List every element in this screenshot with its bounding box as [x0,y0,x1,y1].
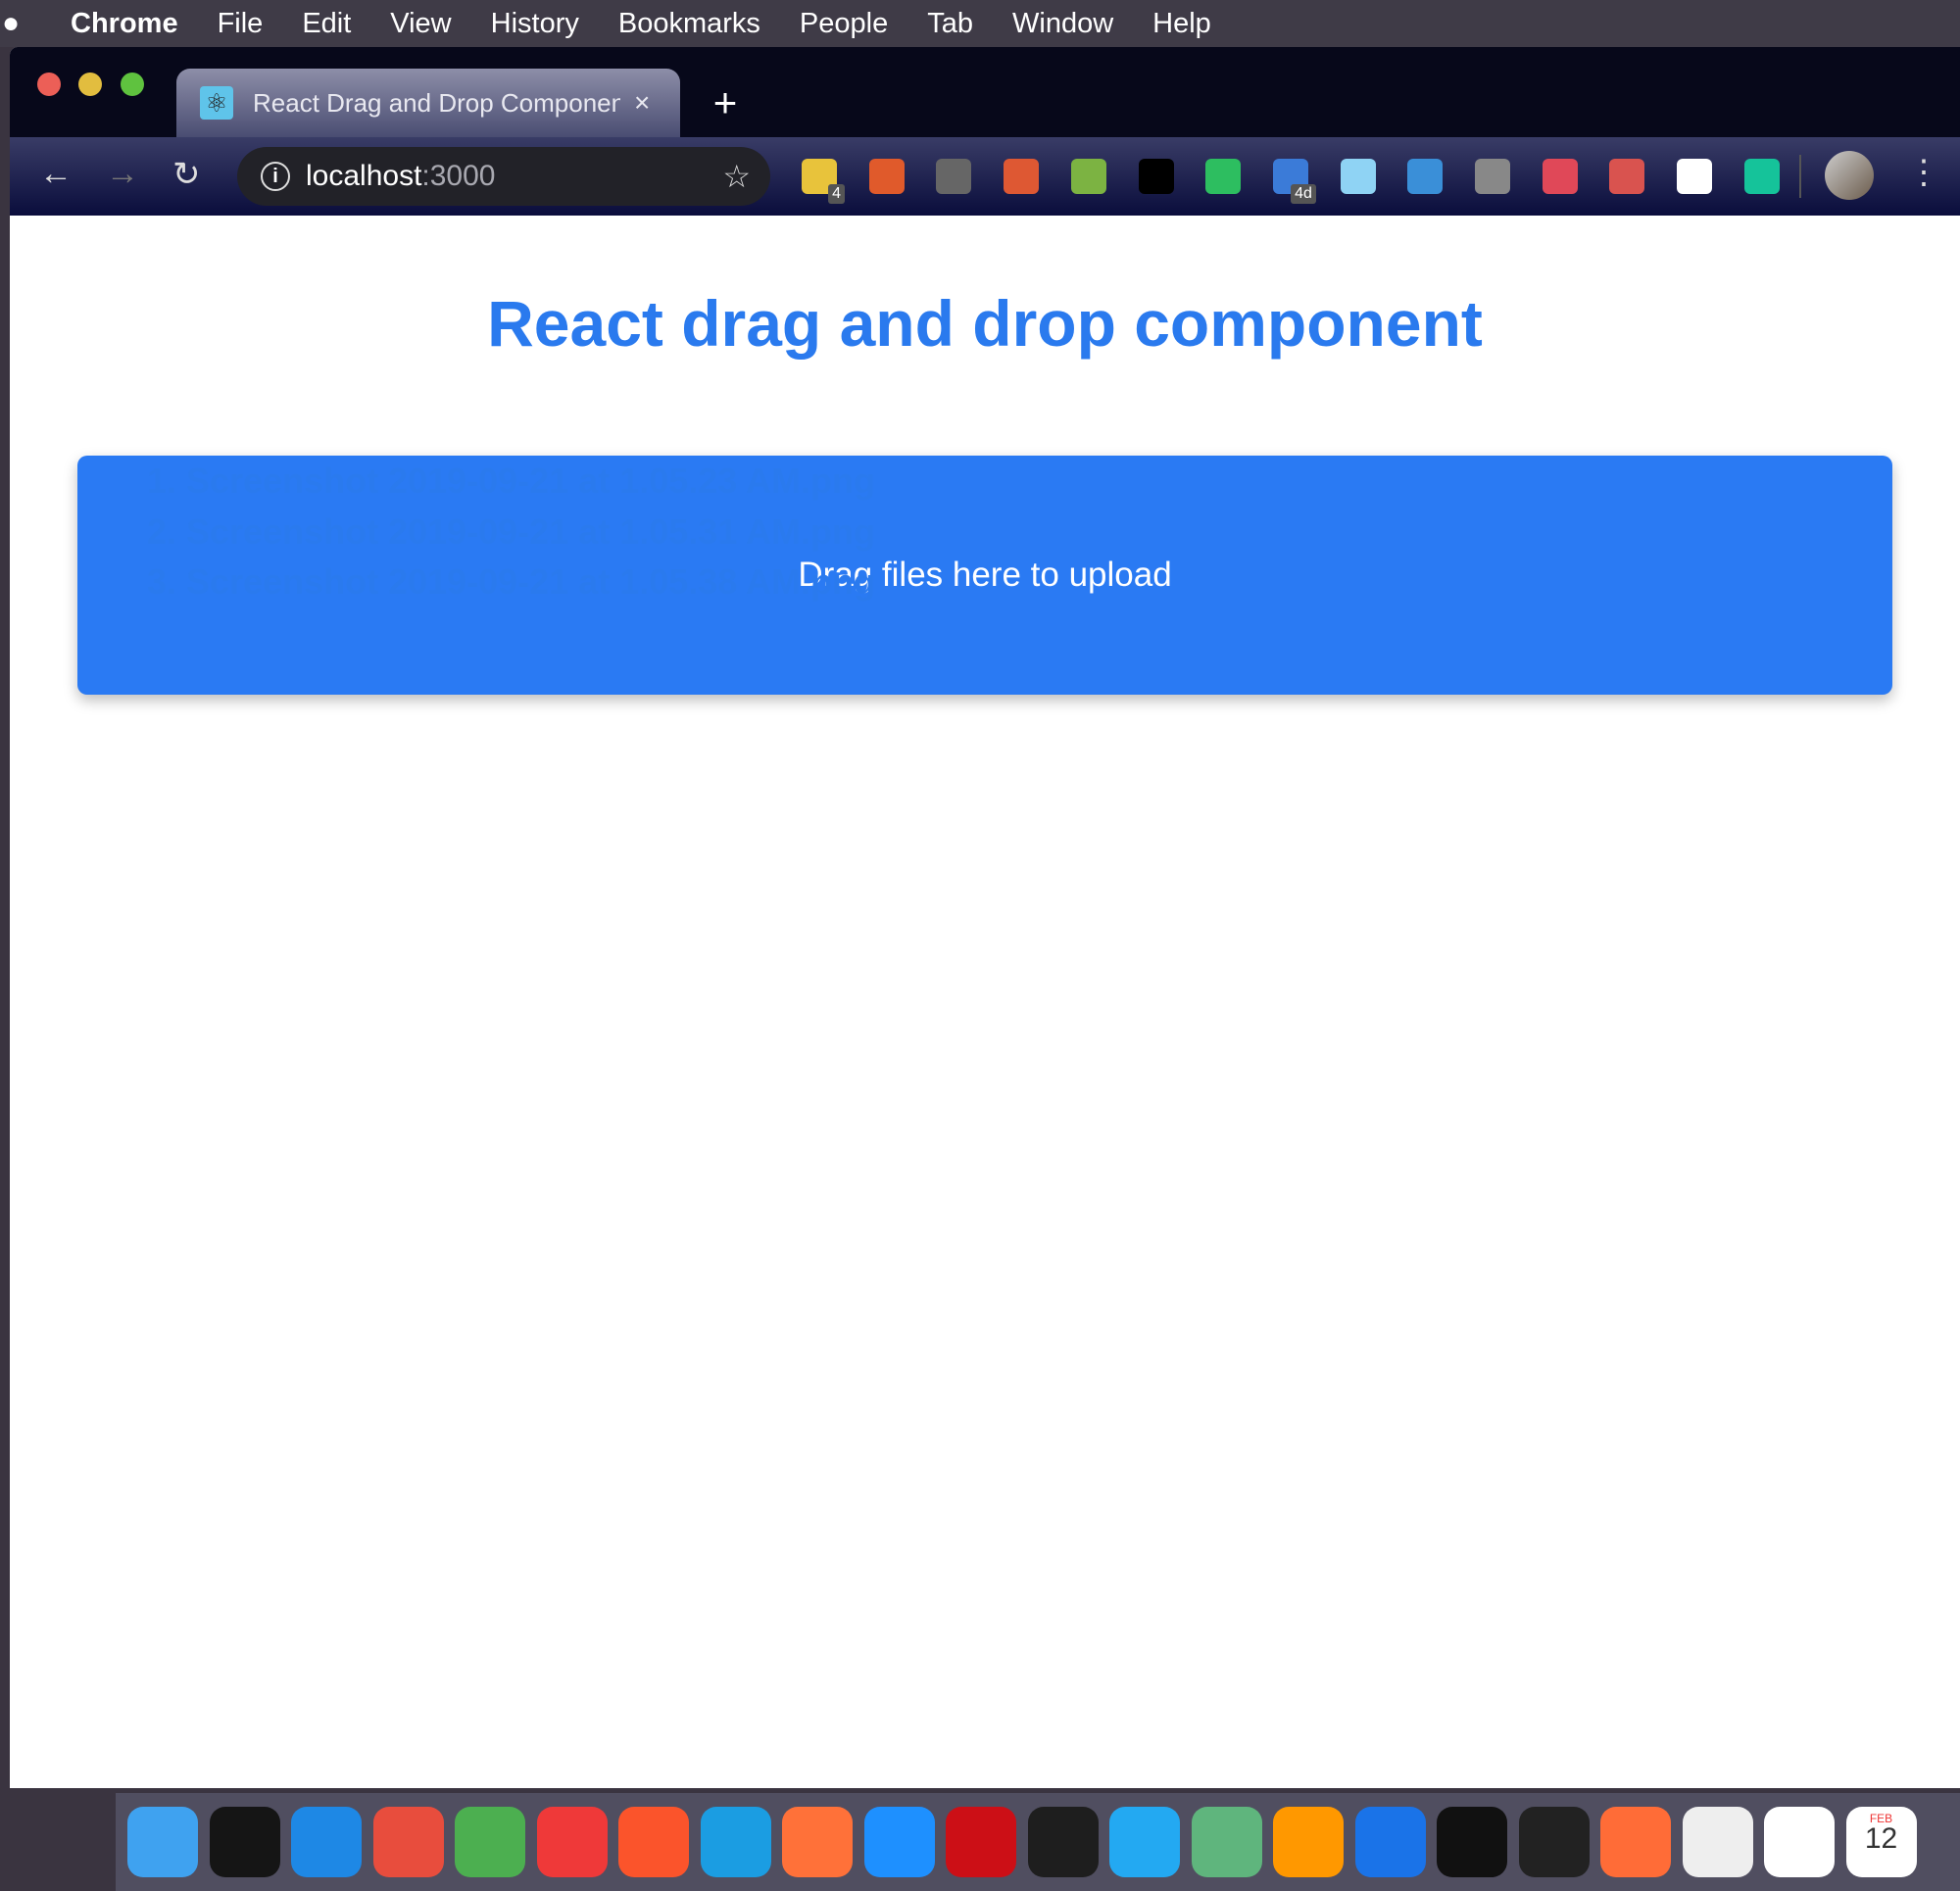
menu-help[interactable]: Help [1152,8,1211,40]
evernote-extension-icon[interactable] [1205,159,1242,194]
dock-slack-icon[interactable] [1682,1807,1753,1877]
dock-postman-icon[interactable] [1600,1807,1671,1877]
item-number: 3. [146,561,176,602]
duckduckgo-extension-icon[interactable] [1004,159,1040,194]
dock-iterm-icon[interactable] [1437,1807,1507,1877]
menu-bar: ● Chrome File Edit View History Bookmark… [0,0,1960,47]
zoom-window-button[interactable] [121,73,144,96]
dock-edge-beta-icon[interactable] [700,1807,771,1877]
menu-app-chrome[interactable]: Chrome [71,8,178,40]
dock-maps-pin-icon[interactable] [1354,1807,1426,1877]
menu-edit[interactable]: Edit [302,8,351,40]
item-number: 2. [146,510,176,552]
dock-firefox-icon[interactable] [782,1807,853,1877]
back-icon[interactable]: ← [39,155,73,193]
dock-material-ui-icon[interactable] [291,1807,362,1877]
minimize-window-button[interactable] [78,73,102,96]
url-host: localhost [306,160,422,192]
forward-icon[interactable]: → [106,155,139,193]
react-devtools-extension-icon[interactable] [1609,159,1645,194]
cula-extension-icon[interactable] [1677,159,1713,194]
file-name: Screenshot 2019-09-21 at 1.05.38 AM.png [186,561,875,602]
file-name: Screenshot 2019-09-21 at 1.05.31 AM.png [186,510,875,552]
file-list-item: 3. Screenshot 2019-09-21 at 1.05.38 AM.pn… [125,561,875,612]
circle-extension-icon[interactable] [1475,159,1510,194]
react-favicon-icon: ⚛ [200,86,233,120]
back-arrow-extension-icon[interactable] [1138,159,1174,194]
tv-extension-icon[interactable] [1407,159,1444,194]
site-info-icon[interactable]: i [261,162,290,191]
toolbar-divider [1799,155,1801,198]
apple-menu-icon[interactable]: ● [2,7,31,40]
menu-file[interactable]: File [218,8,264,40]
profile-avatar[interactable] [1825,151,1874,200]
dock-sublime-icon[interactable] [1273,1807,1344,1877]
dock-vivaldi-icon[interactable] [536,1807,608,1877]
tab-bar: ⚛ React Drag and Drop Component × + [10,47,1960,137]
page-content: React drag and drop component Drag files… [10,216,1960,1788]
dock: FEB 12 [116,1793,1960,1891]
dock-notion-icon[interactable] [1764,1807,1835,1877]
url-port: :3000 [421,160,496,192]
browser-window: ⚛ React Drag and Drop Component × + ← → … [10,47,1960,1788]
file-list-item: 2. Screenshot 2019-09-21 at 1.05.31 AM.pn… [125,511,875,562]
dock-opera-icon[interactable] [946,1807,1016,1877]
grammarly-extension-icon[interactable] [1743,159,1780,194]
file-name: Screenshot 2019-09-21 at 1.05.23 AM.png [186,461,875,501]
sync-extension-icon[interactable] [936,159,972,194]
page-title: React drag and drop component [487,287,1483,360]
extension-badge: 4d [1291,184,1316,204]
dock-safari-icon[interactable] [863,1807,935,1877]
file-list: 1. Screenshot 2019-09-21 at 1.05.23 AM.pn… [125,461,875,612]
menu-people[interactable]: People [800,8,888,40]
file-list-item: 1. Screenshot 2019-09-21 at 1.05.23 AM.pn… [125,461,875,511]
menu-history[interactable]: History [491,8,579,40]
dock-vscode-icon[interactable] [1109,1807,1180,1877]
close-tab-icon[interactable]: × [634,87,650,119]
dock-chrome-icon[interactable] [455,1807,525,1877]
new-tab-button[interactable]: + [698,76,753,131]
dock-dc-icon[interactable] [372,1807,444,1877]
dock-finder-icon[interactable] [127,1807,198,1877]
codota-extension-icon[interactable] [868,159,905,194]
address-bar[interactable]: i localhost:3000 ☆ [237,147,770,206]
tabs-extension-icon[interactable]: 4d [1272,159,1316,204]
tab-title: React Drag and Drop Component [253,87,620,118]
r-ext-extension-icon[interactable] [1542,159,1578,194]
menu-view[interactable]: View [390,8,451,40]
dock-terminal-icon[interactable] [1518,1807,1590,1877]
dock-figma-icon[interactable] [1027,1807,1099,1877]
print-friendly-extension-icon[interactable] [1070,159,1106,194]
dock-brave-icon[interactable] [618,1807,689,1877]
item-number: 1. [146,461,176,501]
calendar-day: 12 [1864,1822,1898,1855]
dock-calendar-icon[interactable]: FEB 12 [1845,1807,1917,1877]
dock-codesandbox-icon[interactable] [209,1807,280,1877]
lastpass-extension-icon[interactable]: 4 [802,159,845,204]
dock-atom-icon[interactable] [1191,1807,1262,1877]
menu-window[interactable]: Window [1012,8,1113,40]
close-window-button[interactable] [37,73,61,96]
extension-badge: 4 [828,184,845,204]
browser-toolbar: ← → ↻ i localhost:3000 ☆ 4 4d ⋮ [10,137,1960,216]
chrome-menu-icon[interactable]: ⋮ [1907,153,1940,192]
bookmark-star-icon[interactable]: ☆ [722,158,751,195]
bird-extension-icon[interactable] [1340,159,1376,194]
tab-react-drag-drop[interactable]: ⚛ React Drag and Drop Component × [176,69,680,137]
reload-icon[interactable]: ↻ [172,155,201,194]
menu-tab[interactable]: Tab [927,8,973,40]
menu-bookmarks[interactable]: Bookmarks [618,8,760,40]
